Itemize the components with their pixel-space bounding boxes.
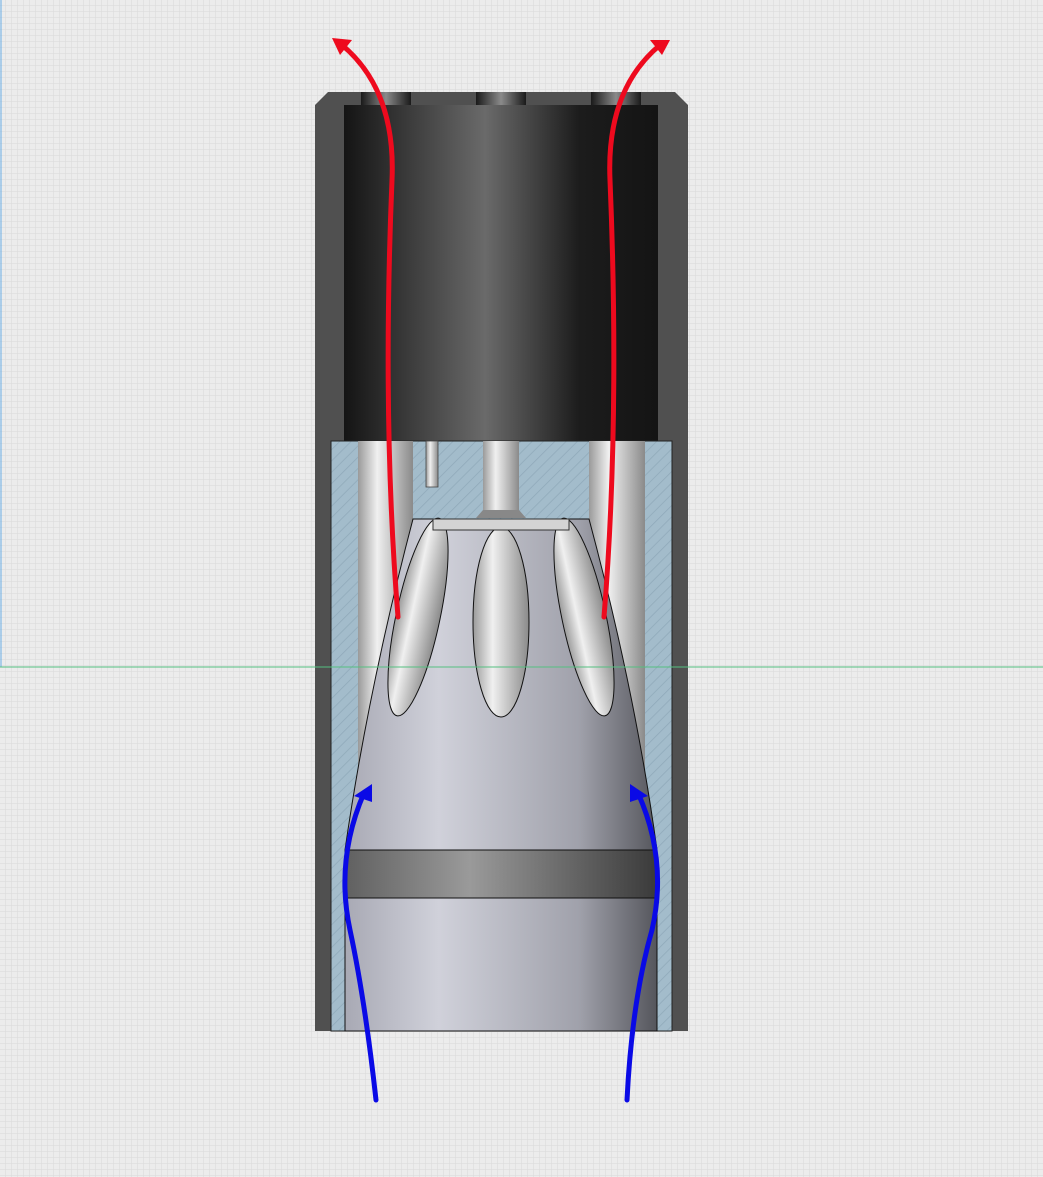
center-bore xyxy=(483,441,519,511)
cone-band xyxy=(344,849,658,899)
center-port xyxy=(472,526,530,718)
top-vent-slot xyxy=(476,92,526,105)
bore-chamfer xyxy=(476,510,526,518)
cross-section-diagram xyxy=(0,0,1043,1177)
pin xyxy=(425,440,439,488)
plate xyxy=(432,518,570,531)
top-vent-slot xyxy=(591,92,641,105)
top-vent-slot xyxy=(361,92,411,105)
